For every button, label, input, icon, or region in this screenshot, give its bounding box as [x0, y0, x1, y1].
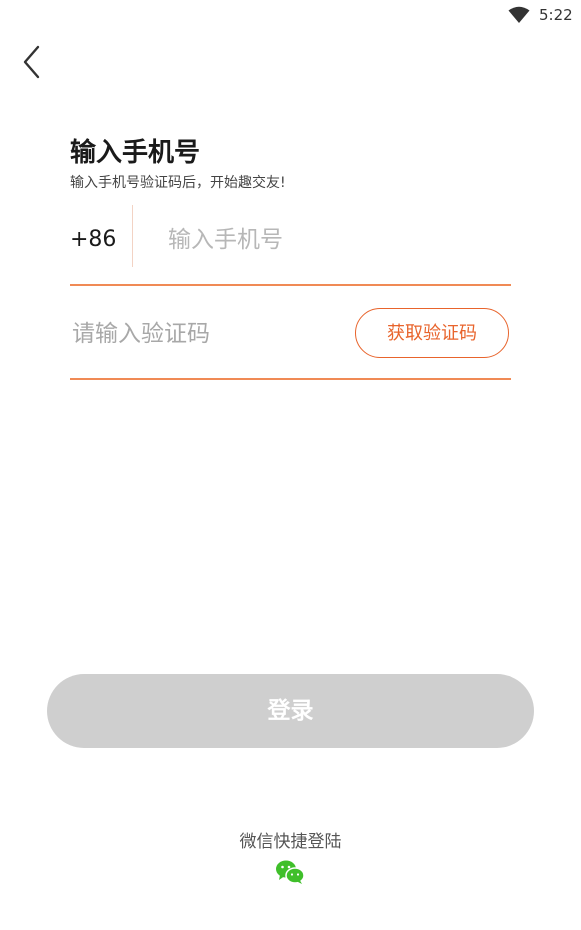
login-button[interactable]: 登录: [47, 674, 534, 748]
divider: [132, 205, 133, 267]
wifi-icon: [508, 6, 530, 23]
phone-row: +86: [70, 205, 511, 285]
wechat-icon[interactable]: [275, 859, 305, 885]
phone-underline: [70, 284, 511, 286]
status-time: 5:22: [539, 6, 573, 24]
wechat-login-label: 微信快捷登陆: [239, 832, 342, 852]
status-bar: 5:22: [0, 0, 581, 32]
code-underline: [70, 378, 511, 380]
page-title: 输入手机号: [70, 138, 201, 168]
page-subtitle: 输入手机号验证码后，开始趣交友!: [70, 175, 286, 191]
country-code[interactable]: +86: [70, 227, 116, 252]
phone-input[interactable]: [166, 219, 500, 261]
verification-code-input[interactable]: [70, 312, 344, 356]
get-code-button[interactable]: 获取验证码: [355, 308, 509, 358]
chevron-left-icon: [23, 45, 40, 79]
back-button[interactable]: [14, 42, 50, 82]
